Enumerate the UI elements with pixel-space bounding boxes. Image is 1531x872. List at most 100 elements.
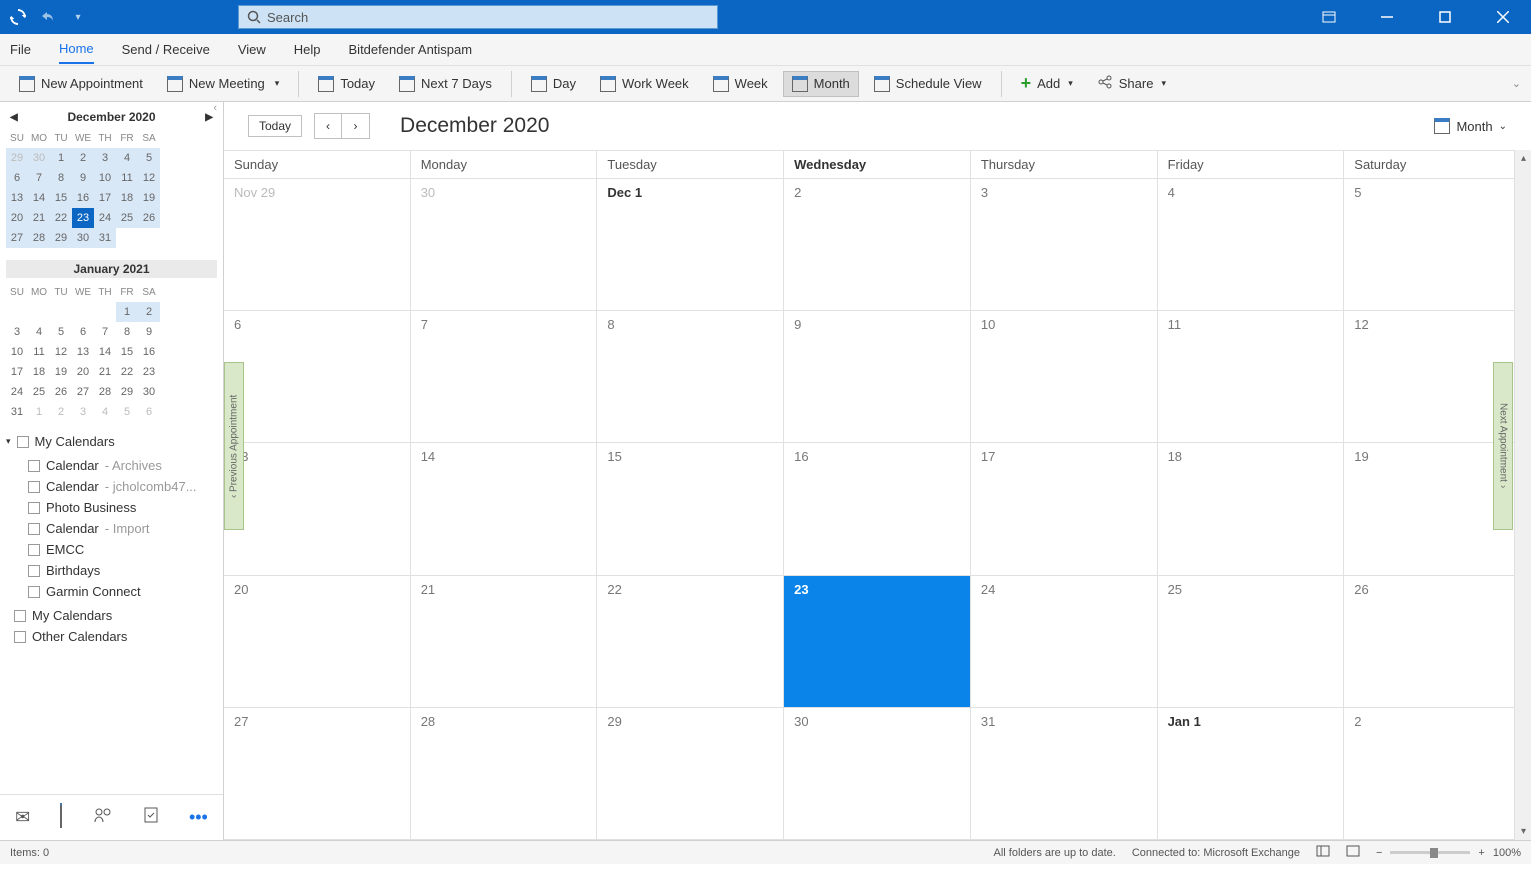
ribbon-collapse-icon[interactable]: ⌄: [1512, 77, 1521, 90]
calendar-day[interactable]: 23: [784, 576, 971, 707]
calendar-day[interactable]: 13: [224, 443, 411, 574]
calendar-day[interactable]: Jan 1: [1158, 708, 1345, 839]
calendar-day[interactable]: 26: [1344, 576, 1531, 707]
view-reading-icon[interactable]: [1346, 845, 1360, 860]
schedule-view-button[interactable]: Schedule View: [865, 71, 991, 97]
mini-day[interactable]: 2: [50, 402, 72, 422]
calendar-day[interactable]: 2: [784, 179, 971, 310]
prev-period-button[interactable]: ‹: [314, 113, 342, 139]
mini-day[interactable]: 27: [72, 382, 94, 402]
mini-day[interactable]: 1: [28, 402, 50, 422]
mini-day[interactable]: 6: [138, 402, 160, 422]
maximize-icon[interactable]: [1425, 2, 1465, 32]
work-week-view-button[interactable]: Work Week: [591, 71, 698, 97]
calendar-day[interactable]: 3: [971, 179, 1158, 310]
month-view-button[interactable]: Month: [783, 71, 859, 97]
more-icon[interactable]: •••: [189, 807, 208, 828]
calendar-day[interactable]: 25: [1158, 576, 1345, 707]
mini-day[interactable]: 12: [138, 168, 160, 188]
checkbox[interactable]: [14, 631, 26, 643]
today-button[interactable]: Today: [309, 71, 384, 97]
calendar-day[interactable]: 22: [597, 576, 784, 707]
mini-day[interactable]: 31: [6, 402, 28, 422]
mini-day[interactable]: 17: [6, 362, 28, 382]
calendar-day[interactable]: 16: [784, 443, 971, 574]
view-selector[interactable]: Month ⌄: [1434, 118, 1507, 134]
calendar-day[interactable]: 20: [224, 576, 411, 707]
mini-day[interactable]: 31: [94, 228, 116, 248]
calendar-day[interactable]: 31: [971, 708, 1158, 839]
mini-day[interactable]: 3: [72, 402, 94, 422]
mini-day[interactable]: 23: [138, 362, 160, 382]
mail-icon[interactable]: ✉: [15, 807, 30, 828]
vertical-scrollbar[interactable]: ▴ ▾: [1514, 150, 1531, 840]
mini-day[interactable]: 1: [116, 302, 138, 322]
previous-appointment-button[interactable]: ‹ Previous Appointment: [224, 362, 244, 530]
next-month-icon[interactable]: ▶: [205, 112, 213, 123]
calendar-day[interactable]: Dec 1: [597, 179, 784, 310]
calendar-day[interactable]: 18: [1158, 443, 1345, 574]
calendar-day[interactable]: 28: [411, 708, 598, 839]
mini-day[interactable]: 18: [28, 362, 50, 382]
mini-day[interactable]: 15: [116, 342, 138, 362]
menu-send-receive[interactable]: Send / Receive: [122, 36, 210, 63]
mini-day[interactable]: 30: [28, 148, 50, 168]
mini-day[interactable]: 5: [50, 322, 72, 342]
mini-day[interactable]: 26: [138, 208, 160, 228]
mini-day[interactable]: 2: [72, 148, 94, 168]
mini-day[interactable]: 14: [94, 342, 116, 362]
mini-day[interactable]: 19: [138, 188, 160, 208]
customize-qat-icon[interactable]: ▾: [68, 7, 88, 27]
calendar-item[interactable]: Calendar - jcholcomb47...: [6, 476, 217, 497]
next-7-days-button[interactable]: Next 7 Days: [390, 71, 501, 97]
calendar-day[interactable]: 24: [971, 576, 1158, 707]
checkbox[interactable]: [14, 610, 26, 622]
mini-day[interactable]: 2: [138, 302, 160, 322]
mini-day[interactable]: 13: [6, 188, 28, 208]
tree-group-my-calendars-2[interactable]: My Calendars: [6, 608, 217, 623]
mini-day[interactable]: 3: [94, 148, 116, 168]
menu-help[interactable]: Help: [294, 36, 321, 63]
checkbox[interactable]: [28, 544, 40, 556]
calendar-day[interactable]: Nov 29: [224, 179, 411, 310]
mini-day[interactable]: 23: [72, 208, 94, 228]
mini-day[interactable]: 6: [6, 168, 28, 188]
mini-day[interactable]: 4: [28, 322, 50, 342]
mini-day[interactable]: 30: [72, 228, 94, 248]
calendar-item[interactable]: Birthdays: [6, 560, 217, 581]
mini-day[interactable]: 14: [28, 188, 50, 208]
mini-day[interactable]: 9: [72, 168, 94, 188]
calendar-item[interactable]: Garmin Connect: [6, 581, 217, 602]
mini-day[interactable]: 5: [116, 402, 138, 422]
close-icon[interactable]: [1483, 2, 1523, 32]
calendar-day[interactable]: 2: [1344, 708, 1531, 839]
mini-day[interactable]: 6: [72, 322, 94, 342]
mini-day[interactable]: 28: [28, 228, 50, 248]
mini-day[interactable]: 29: [116, 382, 138, 402]
mini-day[interactable]: 26: [50, 382, 72, 402]
calendar-day[interactable]: 7: [411, 311, 598, 442]
minimize-icon[interactable]: [1367, 2, 1407, 32]
mini-day[interactable]: 19: [50, 362, 72, 382]
calendar-item[interactable]: Calendar - Import: [6, 518, 217, 539]
menu-view[interactable]: View: [238, 36, 266, 63]
calendar-day[interactable]: 10: [971, 311, 1158, 442]
calendar-day[interactable]: 6: [224, 311, 411, 442]
mini-day[interactable]: 18: [116, 188, 138, 208]
checkbox[interactable]: [28, 586, 40, 598]
mini-day[interactable]: 8: [116, 322, 138, 342]
mini-day[interactable]: 29: [6, 148, 28, 168]
checkbox[interactable]: [28, 460, 40, 472]
mini-day[interactable]: 1: [50, 148, 72, 168]
mini-day[interactable]: 12: [50, 342, 72, 362]
add-calendar-button[interactable]: +Add▾: [1012, 68, 1082, 99]
calendar-day[interactable]: 21: [411, 576, 598, 707]
mini-day[interactable]: 28: [94, 382, 116, 402]
checkbox[interactable]: [28, 565, 40, 577]
mini-day[interactable]: 22: [50, 208, 72, 228]
tree-group-other-calendars[interactable]: Other Calendars: [6, 629, 217, 644]
scroll-up-icon[interactable]: ▴: [1515, 150, 1531, 167]
mini-day[interactable]: 7: [94, 322, 116, 342]
mini-day[interactable]: 17: [94, 188, 116, 208]
calendar-item[interactable]: EMCC: [6, 539, 217, 560]
